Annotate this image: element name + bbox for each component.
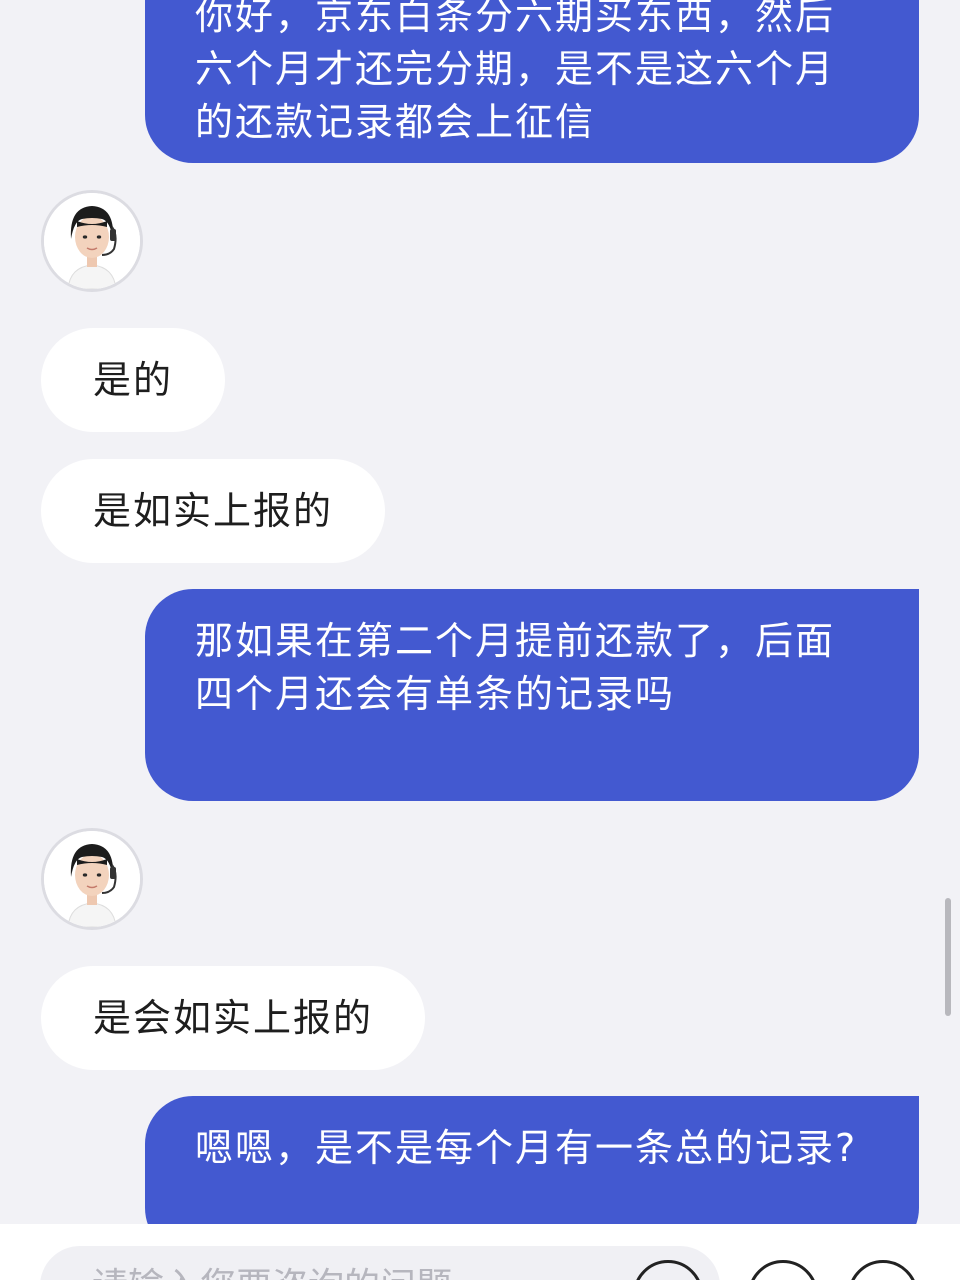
user-message-bubble: 你好，京东白条分六期买东西，然后六个月才还完分期，是不是这六个月的还款记录都会上… bbox=[145, 0, 919, 163]
scrollbar[interactable] bbox=[945, 898, 951, 1016]
agent-message-bubble: 是会如实上报的 bbox=[41, 966, 426, 1070]
input-toolbar bbox=[0, 1224, 960, 1280]
agent-avatar-image bbox=[44, 831, 140, 927]
emoji-button[interactable] bbox=[748, 1260, 818, 1280]
user-message-text: 那如果在第二个月提前还款了，后面四个月还会有单条的记录吗 bbox=[195, 619, 836, 716]
agent-avatar bbox=[41, 828, 143, 930]
agent-message-bubble: 是如实上报的 bbox=[41, 459, 386, 563]
more-button[interactable] bbox=[848, 1260, 918, 1280]
agent-message-text: 是会如实上报的 bbox=[93, 996, 374, 1040]
user-message-text: 你好，京东白条分六期买东西，然后六个月才还完分期，是不是这六个月的还款记录都会上… bbox=[195, 0, 836, 144]
question-input[interactable] bbox=[40, 1246, 720, 1280]
agent-avatar bbox=[41, 190, 143, 292]
agent-avatar-image bbox=[44, 193, 140, 289]
user-message-bubble: 那如果在第二个月提前还款了，后面四个月还会有单条的记录吗 bbox=[145, 589, 919, 801]
user-message-text: 嗯嗯，是不是每个月有一条总的记录? bbox=[195, 1126, 858, 1170]
agent-message-bubble: 是的 bbox=[41, 328, 226, 432]
agent-message-text: 是的 bbox=[93, 358, 174, 402]
agent-message-text: 是如实上报的 bbox=[93, 489, 334, 533]
